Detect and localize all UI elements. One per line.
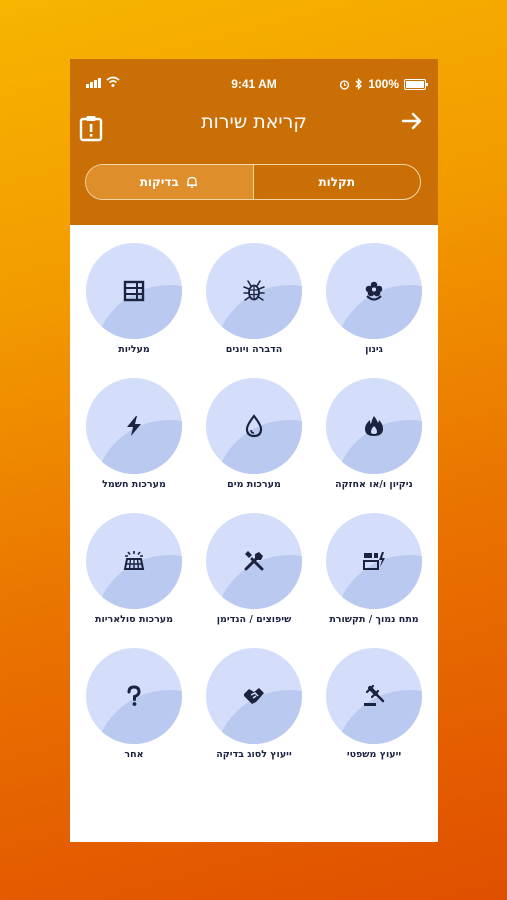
service-low-voltage[interactable]: מתח נמוך / תקשורת	[314, 513, 434, 625]
services-grid: גינון הדברה ויונים מעליות ניקיון ו/או אח…	[70, 225, 438, 842]
service-label: ניקיון ו/או אחזקה	[335, 479, 413, 490]
service-elevators[interactable]: מעליות	[74, 243, 194, 355]
service-inspection-consult[interactable]: ייעוץ לסוג בדיקה	[194, 648, 314, 760]
service-solar[interactable]: מערכות סולאריות	[74, 513, 194, 625]
service-label: מתח נמוך / תקשורת	[329, 614, 419, 625]
bug-icon	[243, 280, 265, 301]
tab-faults-label: תקלות	[318, 175, 356, 189]
service-label: אחר	[124, 749, 144, 760]
battery-percent: 100%	[368, 77, 399, 91]
tab-inspections[interactable]: בדיקות	[86, 165, 254, 199]
service-circle	[86, 648, 182, 744]
service-label: מעליות	[118, 344, 150, 355]
service-circle	[86, 513, 182, 609]
service-circle	[206, 378, 302, 474]
app-header: 9:41 AM 100% קריאת שירות בדיקות תקלות	[70, 59, 438, 225]
bell-icon	[186, 176, 197, 188]
service-other[interactable]: אחר	[74, 648, 194, 760]
service-gardening[interactable]: גינון	[314, 243, 434, 355]
tools-icon	[244, 551, 264, 571]
service-label: מערכות חשמל	[102, 479, 166, 490]
battery-icon	[404, 78, 428, 90]
back-arrow-icon[interactable]	[400, 108, 424, 134]
service-circle	[326, 513, 422, 609]
alarm-icon	[340, 79, 350, 90]
fire-icon	[365, 416, 383, 436]
service-circle	[206, 243, 302, 339]
service-legal[interactable]: ייעוץ משפטי	[314, 648, 434, 760]
service-circle	[326, 648, 422, 744]
service-pest-control[interactable]: הדברה ויונים	[194, 243, 314, 355]
water-drop-icon	[245, 414, 263, 438]
service-label: מערכות סולאריות	[94, 614, 173, 625]
page-title: קריאת שירות	[201, 111, 307, 133]
solar-panel-icon	[123, 551, 145, 570]
low-voltage-icon	[363, 552, 385, 570]
segmented-control: בדיקות תקלות	[85, 164, 421, 200]
service-label: שיפוצים / הנדימן	[216, 614, 292, 625]
app-screen: 9:41 AM 100% קריאת שירות בדיקות תקלות גי…	[70, 59, 438, 842]
question-icon	[127, 685, 141, 706]
gavel-icon	[364, 684, 385, 706]
service-electrical[interactable]: מערכות חשמל	[74, 378, 194, 490]
service-label: מערכות מים	[227, 479, 281, 490]
service-water-systems[interactable]: מערכות מים	[194, 378, 314, 490]
service-label: ייעוץ לסוג בדיקה	[216, 749, 292, 760]
service-circle	[86, 243, 182, 339]
service-cleaning[interactable]: ניקיון ו/או אחזקה	[314, 378, 434, 490]
elevator-icon	[123, 280, 145, 302]
flower-icon	[365, 281, 383, 301]
tab-faults[interactable]: תקלות	[254, 165, 421, 199]
handshake-icon	[244, 688, 264, 704]
service-circle	[86, 378, 182, 474]
service-renovations[interactable]: שיפוצים / הנדימן	[194, 513, 314, 625]
tab-inspections-label: בדיקות	[139, 175, 179, 189]
bluetooth-icon	[355, 78, 363, 90]
service-label: ייעוץ משפטי	[346, 749, 402, 760]
service-label: גינון	[365, 344, 383, 355]
service-circle	[326, 243, 422, 339]
service-label: הדברה ויונים	[225, 344, 283, 355]
status-bar: 9:41 AM 100%	[70, 59, 438, 105]
service-circle	[206, 513, 302, 609]
service-circle	[206, 648, 302, 744]
lightning-icon	[127, 416, 141, 436]
service-circle	[326, 378, 422, 474]
